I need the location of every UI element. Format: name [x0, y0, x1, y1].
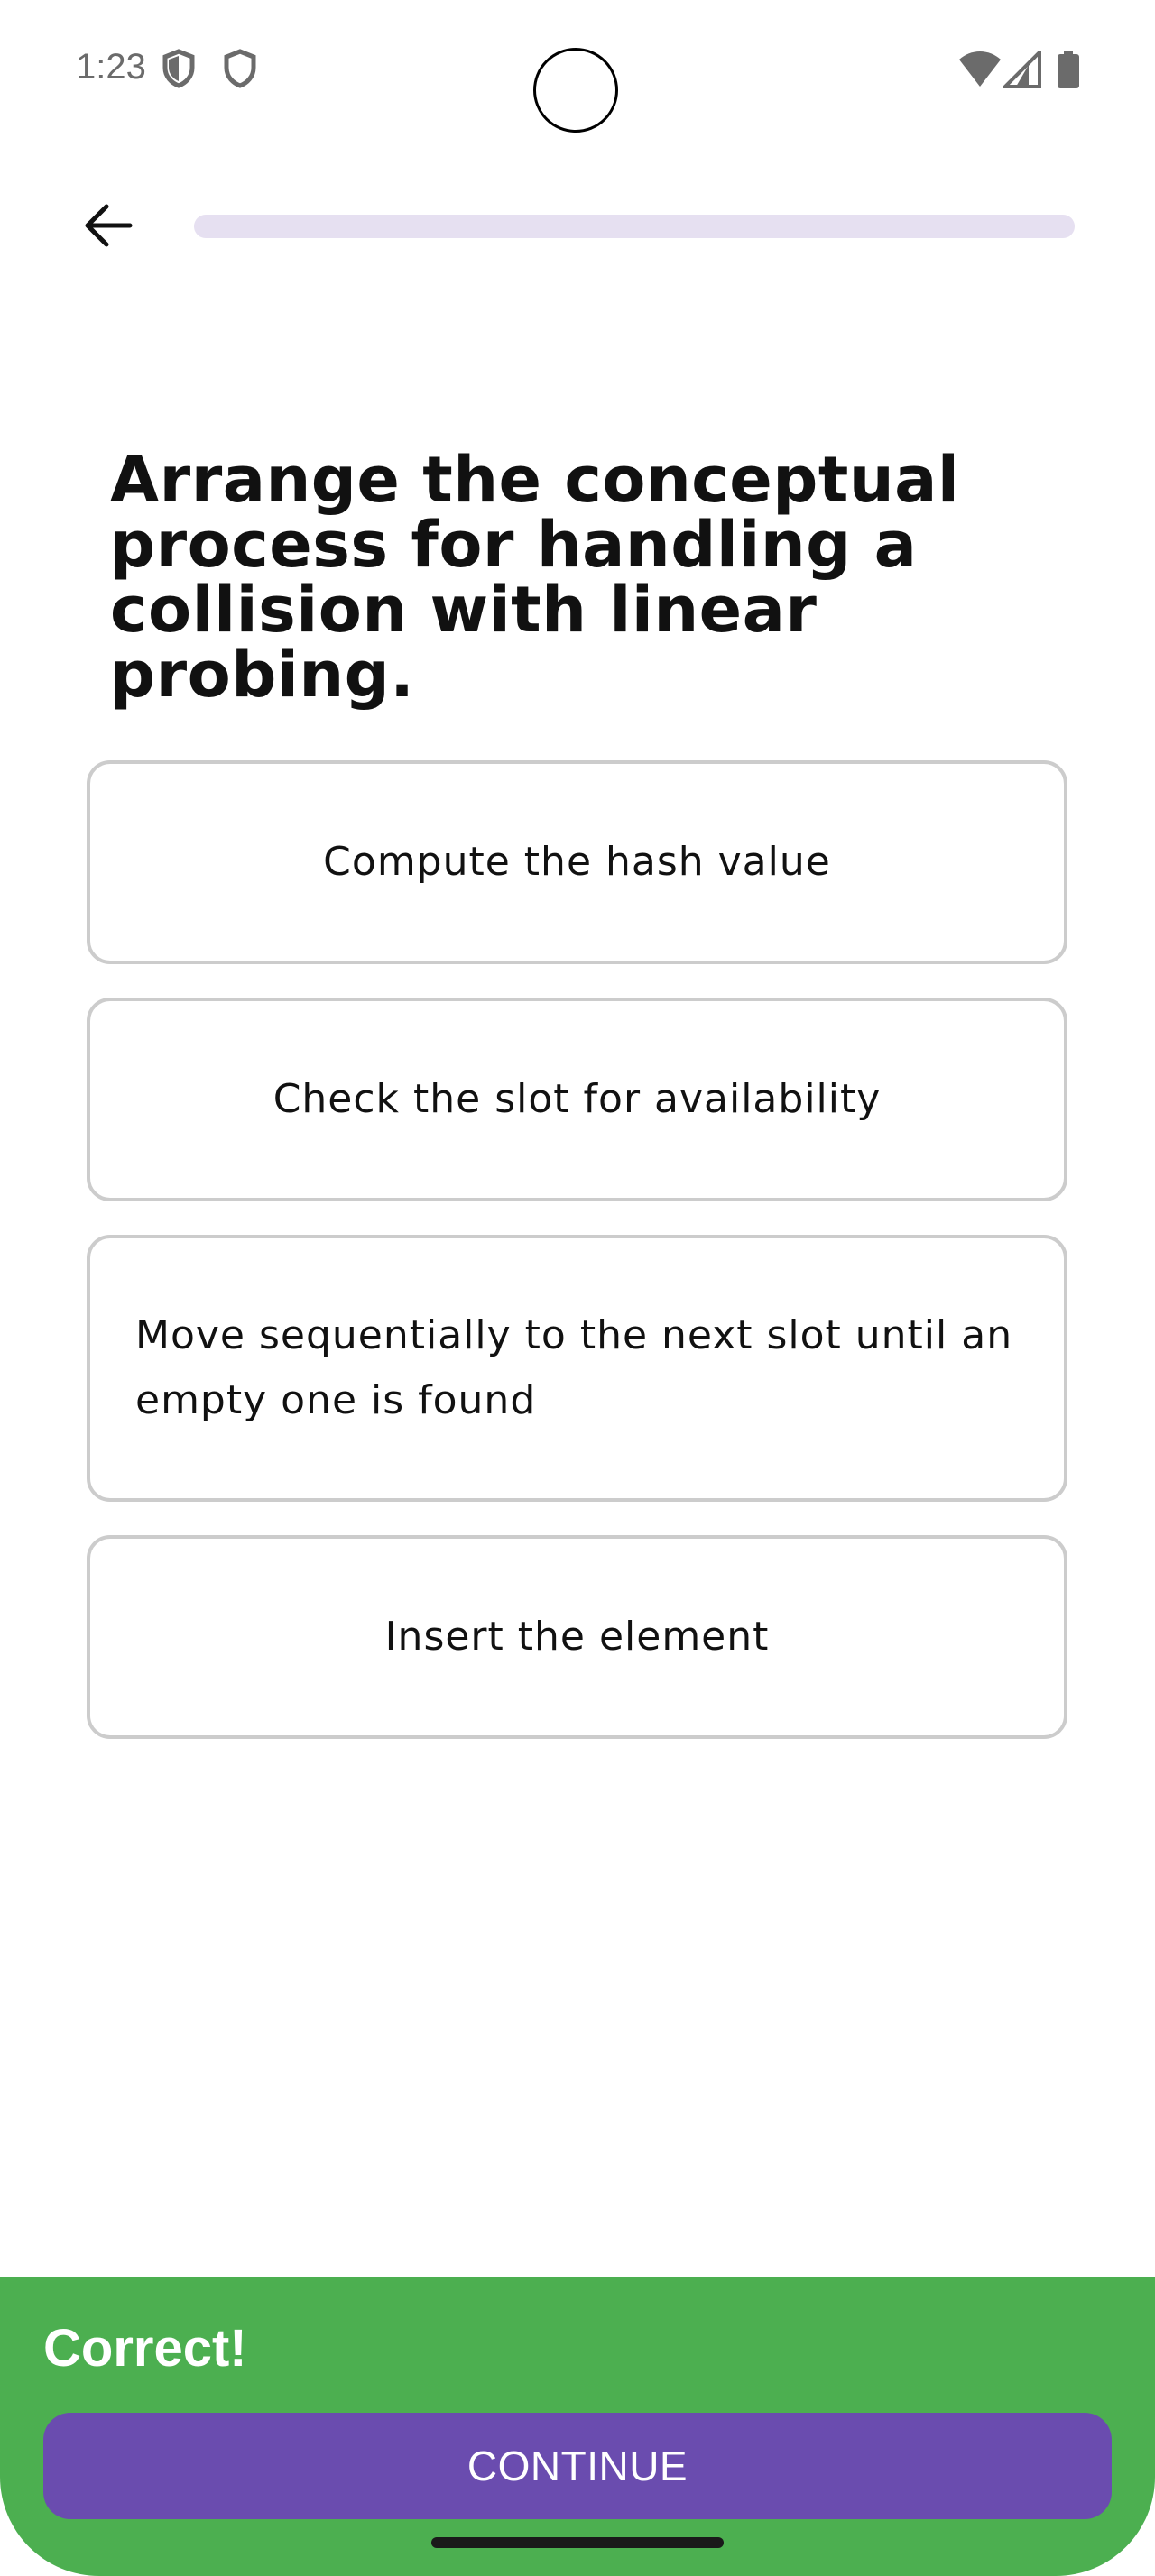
feedback-title: Correct! — [43, 2319, 247, 2378]
continue-button[interactable]: CONTINUE — [43, 2413, 1112, 2519]
option-card[interactable]: Compute the hash value — [87, 760, 1067, 964]
status-bar: 1:23 — [0, 0, 1155, 135]
option-label: Insert the element — [384, 1614, 770, 1660]
top-bar — [0, 180, 1155, 271]
option-card[interactable]: Move sequentially to the next slot until… — [87, 1235, 1067, 1502]
back-button[interactable] — [72, 198, 144, 253]
option-label: Check the slot for availability — [273, 1076, 882, 1122]
arrow-left-icon — [85, 204, 133, 247]
wifi-icon — [959, 51, 1001, 87]
option-card[interactable]: Check the slot for availability — [87, 998, 1067, 1201]
option-label: Compute the hash value — [323, 839, 831, 885]
battery-icon — [1058, 51, 1079, 88]
answer-options: Compute the hash value Check the slot fo… — [87, 760, 1067, 1772]
option-label: Move sequentially to the next slot until… — [135, 1312, 1013, 1423]
quiz-screen: 1:23 Arrange the conceptual process for … — [0, 0, 1155, 2576]
cellular-signal-icon — [1003, 51, 1041, 88]
shield-icon — [224, 49, 256, 88]
question-text: Arrange the conceptual process for handl… — [110, 443, 960, 712]
camera-cutout — [533, 48, 618, 133]
lesson-progress-bar — [194, 215, 1075, 238]
shield-icon — [162, 49, 195, 88]
home-indicator[interactable] — [431, 2537, 724, 2548]
option-card[interactable]: Insert the element — [87, 1535, 1067, 1739]
feedback-panel: Correct! CONTINUE — [0, 2277, 1155, 2576]
status-time: 1:23 — [76, 47, 146, 87]
